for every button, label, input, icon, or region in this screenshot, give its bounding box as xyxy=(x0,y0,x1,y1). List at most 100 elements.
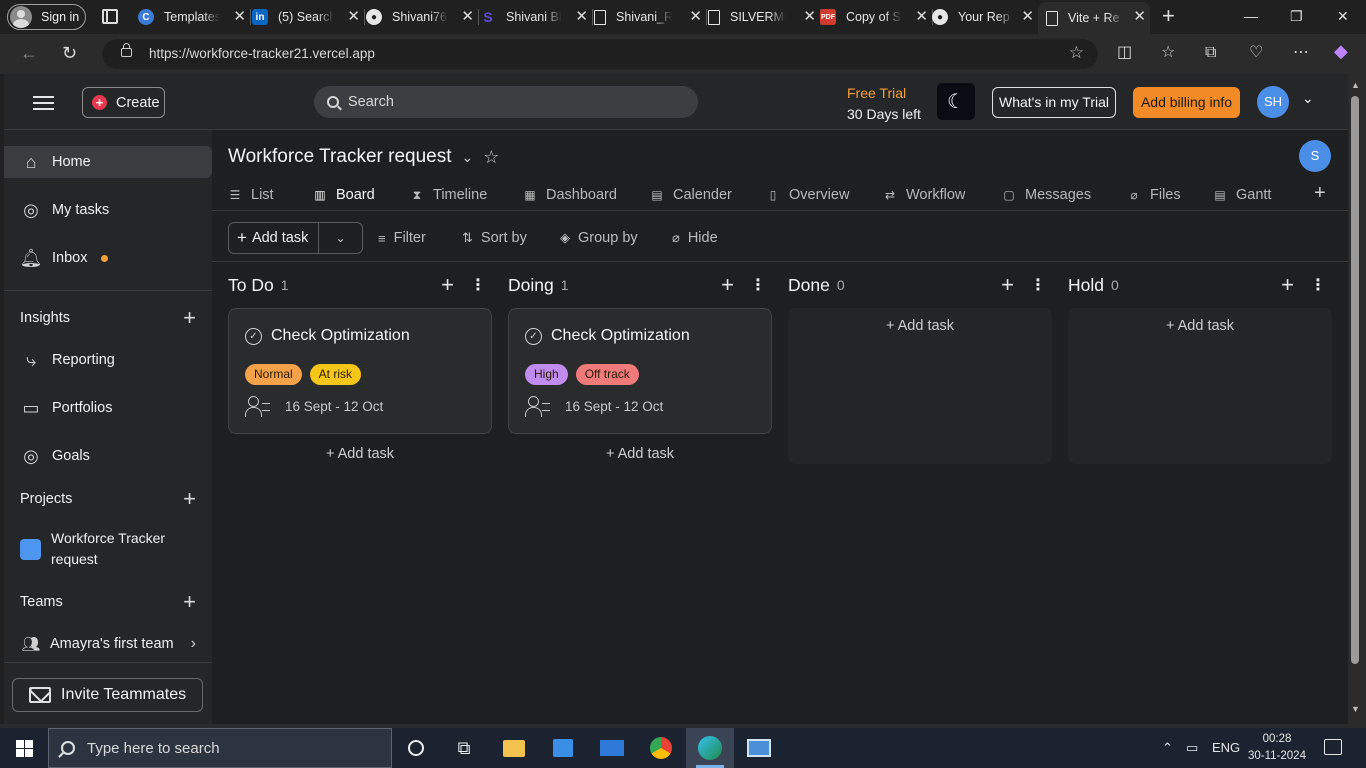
whats-in-trial-button[interactable]: What's in my Trial xyxy=(992,87,1116,118)
close-icon[interactable]: ✕ xyxy=(915,9,928,24)
assignee-icon[interactable] xyxy=(245,395,271,417)
tab-actions-icon[interactable] xyxy=(102,9,118,24)
assignee-icon[interactable] xyxy=(525,395,551,417)
tab-gantt[interactable]: ▤ Gantt xyxy=(1213,180,1271,210)
scrollbar-thumb[interactable] xyxy=(1351,96,1359,664)
close-icon[interactable]: ✕ xyxy=(233,9,246,24)
browser-tab[interactable]: Shivani_R ✕ xyxy=(594,2,706,32)
favorite-star-icon[interactable]: ☆ xyxy=(1069,43,1084,63)
browser-tab[interactable]: S Shivani Bl ✕ xyxy=(480,2,592,32)
add-task-button[interactable]: + Add task xyxy=(229,223,319,253)
browser-tab[interactable]: ● Your Rep ✕ xyxy=(932,2,1038,32)
store-icon[interactable] xyxy=(539,728,587,768)
add-team-button[interactable]: + xyxy=(183,591,196,613)
collections-icon[interactable]: ⧉ xyxy=(1205,45,1216,61)
sidebar-item-my-tasks[interactable]: ◎ My tasks xyxy=(4,194,212,226)
tab-list[interactable]: ☰ List xyxy=(228,180,274,210)
tab-messages[interactable]: ▢ Messages xyxy=(1002,180,1091,210)
invite-teammates-button[interactable]: Invite Teammates xyxy=(12,678,203,712)
dark-mode-toggle[interactable]: ☾ xyxy=(937,83,975,120)
close-icon[interactable]: ✕ xyxy=(575,9,588,24)
search-input[interactable]: Search xyxy=(314,86,698,118)
add-task-dropdown[interactable]: ⌄ xyxy=(319,223,362,253)
tab-timeline[interactable]: ⧗ Timeline xyxy=(410,180,487,210)
close-window-button[interactable]: ✕ xyxy=(1337,8,1349,25)
page-scrollbar[interactable]: ▲ ▼ xyxy=(1348,74,1366,724)
add-insight-button[interactable]: + xyxy=(183,307,196,329)
taskbar-clock[interactable]: 00:28 30-11-2024 xyxy=(1248,731,1306,765)
edge-icon[interactable] xyxy=(686,728,734,768)
menu-icon[interactable] xyxy=(33,96,54,110)
favorites-icon[interactable]: ☆ xyxy=(1161,45,1175,61)
url-text[interactable]: https://workforce-tracker21.vercel.app xyxy=(149,46,375,61)
taskbar-search-input[interactable]: Type here to search xyxy=(48,728,392,768)
add-billing-button[interactable]: Add billing info xyxy=(1133,87,1240,118)
sidebar-project-item[interactable]: Workforce Tracker request xyxy=(20,528,196,570)
close-icon[interactable]: ✕ xyxy=(347,9,360,24)
browser-tab-active[interactable]: Vite + Re ✕ xyxy=(1038,2,1150,34)
browser-tab[interactable]: in (5) Search ✕ xyxy=(252,2,364,32)
cortana-icon[interactable] xyxy=(392,728,440,768)
minimize-button[interactable]: — xyxy=(1244,8,1258,24)
tab-dashboard[interactable]: ▦ Dashboard xyxy=(523,180,617,210)
sidebar-item-portfolios[interactable]: ▭ Portfolios xyxy=(4,392,212,424)
more-vertical-icon[interactable]: ⋮ xyxy=(750,275,766,295)
tab-files[interactable]: ⌀ Files xyxy=(1127,180,1180,210)
tray-chevron-icon[interactable]: ⌃ xyxy=(1162,740,1173,756)
tab-overview[interactable]: ▯ Overview xyxy=(766,180,850,210)
browser-tab[interactable]: ● Shivani76 ✕ xyxy=(366,2,478,32)
sidebar-item-home[interactable]: ⌂ Home xyxy=(4,146,212,178)
add-task-link[interactable]: + Add task xyxy=(228,446,492,462)
add-view-button[interactable]: + xyxy=(1314,182,1326,205)
sidebar-item-inbox[interactable]: 🔔︎ Inbox xyxy=(4,242,212,274)
more-vertical-icon[interactable]: ⋮ xyxy=(1310,275,1326,295)
add-card-button[interactable]: + xyxy=(1281,274,1294,296)
notification-icon[interactable] xyxy=(1324,739,1342,755)
restore-button[interactable]: ❐ xyxy=(1290,8,1303,25)
add-card-button[interactable]: + xyxy=(721,274,734,296)
copilot-icon[interactable]: ◆ xyxy=(1334,42,1348,60)
close-icon[interactable]: ✕ xyxy=(689,9,702,24)
split-screen-icon[interactable]: ◫ xyxy=(1117,45,1132,61)
browser-signin-button[interactable]: Sign in xyxy=(7,4,86,30)
check-circle-icon[interactable]: ✓ xyxy=(525,327,542,345)
language-indicator[interactable]: ENG xyxy=(1212,740,1240,755)
more-menu-icon[interactable]: ⋯ xyxy=(1293,45,1309,61)
task-view-icon[interactable]: ⧉ xyxy=(440,728,488,768)
sidebar-item-reporting[interactable]: ⤷ Reporting xyxy=(4,344,212,376)
scroll-up-icon[interactable]: ▲ xyxy=(1351,80,1360,90)
star-icon[interactable]: ☆ xyxy=(483,147,499,168)
tab-board[interactable]: ▥ Board xyxy=(313,180,374,210)
network-icon[interactable]: ▭ xyxy=(1186,740,1198,756)
create-button[interactable]: + Create xyxy=(82,87,165,118)
chrome-icon[interactable] xyxy=(637,728,685,768)
mail-app-icon[interactable] xyxy=(588,728,636,768)
new-tab-button[interactable]: + xyxy=(1162,5,1175,27)
add-task-link[interactable]: + Add task xyxy=(788,318,1052,334)
close-icon[interactable]: ✕ xyxy=(1021,9,1034,24)
add-project-button[interactable]: + xyxy=(183,488,196,510)
browser-tab[interactable]: C Templates ✕ xyxy=(138,2,250,32)
more-vertical-icon[interactable]: ⋮ xyxy=(1030,275,1046,295)
task-card[interactable]: ✓ Check Optimization Normal At risk 16 S… xyxy=(228,308,492,434)
remote-desktop-icon[interactable] xyxy=(735,728,783,768)
check-circle-icon[interactable]: ✓ xyxy=(245,327,262,345)
browser-tab[interactable]: PDF Copy of S ✕ xyxy=(820,2,932,32)
more-vertical-icon[interactable]: ⋮ xyxy=(470,275,486,295)
tab-workflow[interactable]: ⇄ Workflow xyxy=(883,180,965,210)
member-avatar[interactable]: S xyxy=(1299,140,1331,172)
task-card[interactable]: ✓ Check Optimization High Off track 16 S… xyxy=(508,308,772,434)
add-task-link[interactable]: + Add task xyxy=(508,446,772,462)
add-task-link[interactable]: + Add task xyxy=(1068,318,1332,334)
sidebar-item-goals[interactable]: ◎ Goals xyxy=(4,440,212,472)
close-icon[interactable]: ✕ xyxy=(1133,9,1146,24)
close-icon[interactable]: ✕ xyxy=(461,9,474,24)
user-avatar[interactable]: SH xyxy=(1257,86,1289,118)
back-icon[interactable]: ← xyxy=(20,44,38,62)
add-card-button[interactable]: + xyxy=(1001,274,1014,296)
browser-essentials-icon[interactable]: ♡ xyxy=(1249,45,1263,61)
browser-tab[interactable]: SILVERMI ✕ xyxy=(708,2,820,32)
chevron-down-icon[interactable]: ⌄ xyxy=(1302,90,1314,107)
hide-button[interactable]: ⌀ Hide xyxy=(672,222,718,254)
windows-start-icon[interactable] xyxy=(16,740,33,757)
